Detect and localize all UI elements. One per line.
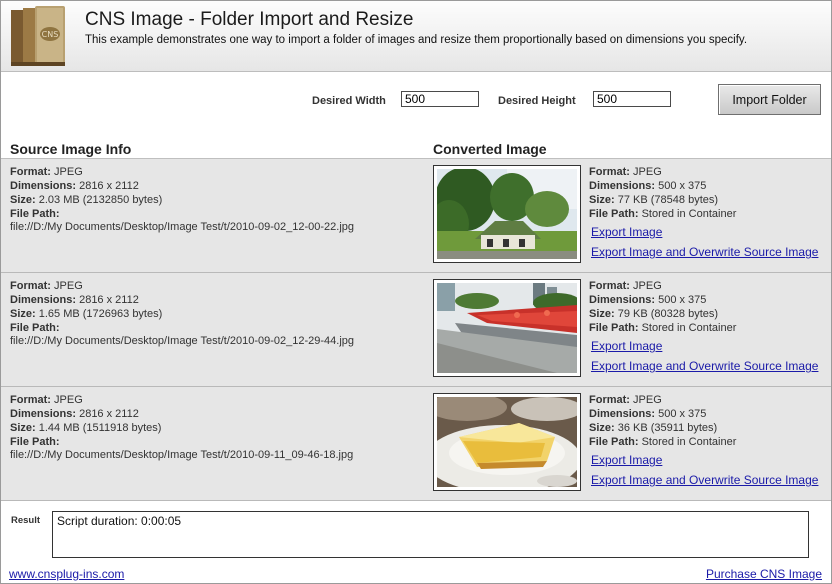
cns-books-logo-icon: CNS	[11, 6, 65, 66]
file-path-label: File Path:	[10, 208, 60, 220]
export-image-link[interactable]: Export Image	[591, 339, 662, 353]
dimensions-label: Dimensions:	[589, 294, 656, 306]
format-label: Format:	[10, 280, 51, 292]
dimensions-label: Dimensions:	[10, 180, 77, 192]
page-title: CNS Image - Folder Import and Resize	[85, 9, 414, 30]
dimensions-label: Dimensions:	[10, 294, 77, 306]
import-folder-button[interactable]: Import Folder	[718, 84, 821, 115]
export-overwrite-link[interactable]: Export Image and Overwrite Source Image	[591, 473, 818, 487]
source-info: Format: JPEG Dimensions: 2816 x 2112 Siz…	[10, 279, 162, 335]
export-image-link[interactable]: Export Image	[591, 225, 662, 239]
converted-format: JPEG	[633, 166, 662, 178]
garden-photo-thumbnail-icon	[437, 169, 577, 259]
size-label: Size:	[10, 308, 36, 320]
source-size: 1.65 MB (1726963 bytes)	[38, 308, 163, 320]
desired-width-field[interactable]	[401, 91, 479, 107]
source-format: JPEG	[54, 394, 83, 406]
svg-text:CNS: CNS	[42, 30, 59, 39]
format-label: Format:	[589, 166, 630, 178]
result-field[interactable]: Script duration: 0:00:05	[52, 511, 809, 558]
cake-photo-thumbnail-icon	[437, 397, 577, 487]
source-file-path: file://D:/My Documents/Desktop/Image Tes…	[10, 221, 355, 233]
converted-thumbnail[interactable]	[433, 393, 581, 491]
image-row-3: Format: JPEG Dimensions: 2816 x 2112 Siz…	[1, 387, 831, 501]
format-label: Format:	[10, 166, 51, 178]
header: CNS CNS Image - Folder Import and Resize…	[1, 1, 831, 72]
converted-dimensions: 500 x 375	[658, 408, 707, 420]
desired-height-field[interactable]	[593, 91, 671, 107]
format-label: Format:	[589, 280, 630, 292]
converted-size: 36 KB (35911 bytes)	[617, 422, 718, 434]
converted-size: 77 KB (78548 bytes)	[617, 194, 719, 206]
source-size: 1.44 MB (1511918 bytes)	[38, 422, 162, 434]
file-path-label: File Path:	[589, 322, 639, 334]
page-subtitle: This example demonstrates one way to imp…	[85, 34, 748, 46]
source-format: JPEG	[54, 280, 83, 292]
result-label: Result	[11, 515, 41, 526]
source-dimensions: 2816 x 2112	[79, 408, 139, 420]
source-format: JPEG	[54, 166, 83, 178]
converted-dimensions: 500 x 375	[658, 180, 707, 192]
export-overwrite-link[interactable]: Export Image and Overwrite Source Image	[591, 359, 818, 373]
dimensions-label: Dimensions:	[589, 180, 656, 192]
cnsplug-ins-website-link[interactable]: www.cnsplug-ins.com	[9, 567, 124, 581]
dimensions-label: Dimensions:	[10, 408, 77, 420]
size-label: Size:	[589, 308, 615, 320]
export-image-link[interactable]: Export Image	[591, 453, 662, 467]
file-path-label: File Path:	[589, 436, 639, 448]
image-row-1: Format: JPEG Dimensions: 2816 x 2112 Siz…	[1, 159, 831, 273]
source-file-path: file://D:/My Documents/Desktop/Image Tes…	[10, 449, 354, 461]
converted-path: Stored in Container	[641, 322, 737, 334]
source-dimensions: 2816 x 2112	[79, 180, 139, 192]
format-label: Format:	[589, 394, 630, 406]
size-label: Size:	[10, 194, 36, 206]
file-path-label: File Path:	[10, 436, 60, 448]
app-window: CNS CNS Image - Folder Import and Resize…	[0, 0, 832, 584]
converted-path: Stored in Container	[641, 436, 737, 448]
converted-thumbnail[interactable]	[433, 279, 581, 377]
source-info: Format: JPEG Dimensions: 2816 x 2112 Siz…	[10, 393, 161, 449]
dimensions-label: Dimensions:	[589, 408, 656, 420]
desired-height-label: Desired Height	[498, 95, 576, 107]
converted-image-heading: Converted Image	[433, 141, 547, 157]
size-label: Size:	[10, 422, 36, 434]
desired-width-label: Desired Width	[312, 95, 386, 107]
source-dimensions: 2816 x 2112	[79, 294, 139, 306]
source-size: 2.03 MB (2132850 bytes)	[38, 194, 163, 206]
file-path-label: File Path:	[10, 322, 60, 334]
source-file-path: file://D:/My Documents/Desktop/Image Tes…	[10, 335, 355, 347]
source-image-info-heading: Source Image Info	[10, 141, 132, 157]
flowerbed-photo-thumbnail-icon	[437, 283, 577, 373]
converted-size: 79 KB (80328 bytes)	[617, 308, 719, 320]
converted-thumbnail[interactable]	[433, 165, 581, 263]
format-label: Format:	[10, 394, 51, 406]
size-label: Size:	[589, 194, 615, 206]
converted-format: JPEG	[633, 280, 662, 292]
image-row-2: Format: JPEG Dimensions: 2816 x 2112 Siz…	[1, 273, 831, 387]
converted-path: Stored in Container	[641, 208, 737, 220]
source-info: Format: JPEG Dimensions: 2816 x 2112 Siz…	[10, 165, 162, 221]
converted-info: Format: JPEG Dimensions: 500 x 375 Size:…	[589, 393, 736, 449]
file-path-label: File Path:	[589, 208, 639, 220]
converted-info: Format: JPEG Dimensions: 500 x 375 Size:…	[589, 165, 736, 221]
image-list: Format: JPEG Dimensions: 2816 x 2112 Siz…	[1, 158, 831, 501]
size-label: Size:	[589, 422, 615, 434]
purchase-cns-image-link[interactable]: Purchase CNS Image	[706, 567, 822, 581]
converted-info: Format: JPEG Dimensions: 500 x 375 Size:…	[589, 279, 736, 335]
converted-format: JPEG	[633, 394, 662, 406]
converted-dimensions: 500 x 375	[658, 294, 707, 306]
export-overwrite-link[interactable]: Export Image and Overwrite Source Image	[591, 245, 818, 259]
